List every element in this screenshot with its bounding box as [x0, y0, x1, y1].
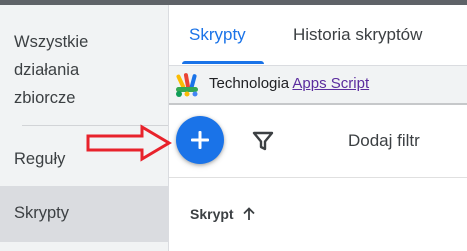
active-tab-indicator	[182, 61, 264, 64]
sidebar-item-rules[interactable]: Reguły	[14, 145, 65, 173]
tab-bar: Skrypty Historia skryptów	[169, 5, 467, 65]
apps-script-link[interactable]: Apps Script	[292, 75, 369, 92]
toolbar-divider	[169, 177, 467, 178]
sidebar-item-bulk-actions[interactable]: Wszystkie działania zbiorcze	[14, 28, 154, 112]
app-window: Wszystkie działania zbiorcze Reguły Skry…	[0, 0, 467, 251]
filter-icon[interactable]	[252, 130, 274, 152]
tab-scripts[interactable]: Skrypty	[189, 23, 246, 47]
sidebar-item-scripts[interactable]: Skrypty	[14, 199, 69, 227]
column-header-script[interactable]: Skrypt	[190, 206, 234, 222]
tab-script-history[interactable]: Historia skryptów	[293, 23, 422, 47]
banner-text: Technologia Apps Script	[209, 75, 369, 92]
apps-script-logo-icon	[176, 73, 198, 97]
banner-prefix: Technologia	[209, 75, 290, 92]
plus-icon	[191, 131, 209, 149]
sort-ascending-icon[interactable]	[241, 205, 257, 223]
red-annotation-arrow	[86, 124, 172, 162]
add-script-button[interactable]	[176, 116, 224, 164]
add-filter-button[interactable]: Dodaj filtr	[348, 131, 420, 151]
apps-script-banner: Technologia Apps Script	[169, 66, 467, 105]
